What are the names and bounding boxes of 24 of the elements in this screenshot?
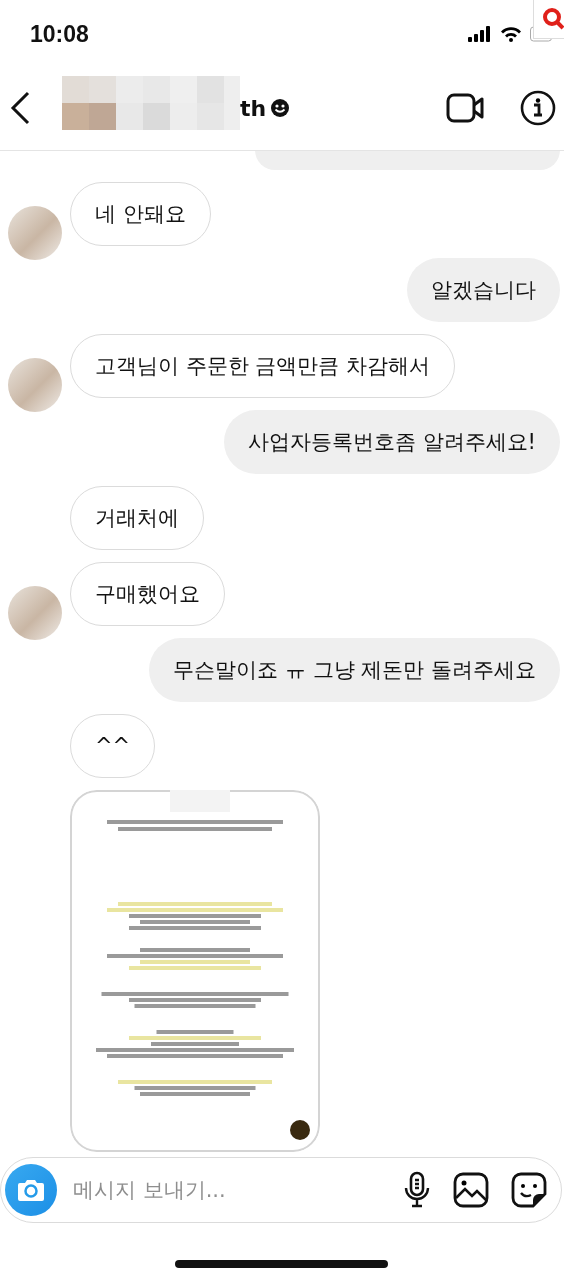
signal-icon xyxy=(468,26,492,42)
smiley-icon xyxy=(270,98,291,118)
camera-button[interactable] xyxy=(5,1164,57,1216)
message-bubble: 알겠습니다 xyxy=(407,258,560,322)
wifi-icon xyxy=(500,26,522,42)
back-icon[interactable] xyxy=(10,91,32,125)
contact-name[interactable]: th xyxy=(240,95,267,121)
message-composer[interactable]: 메시지 보내기... xyxy=(0,1157,562,1223)
message-bubble: ^^ xyxy=(70,714,156,778)
message-bubble: 구매했어요 xyxy=(70,562,225,626)
status-time: 10:08 xyxy=(30,20,89,48)
gallery-icon[interactable] xyxy=(453,1172,489,1208)
video-call-icon[interactable] xyxy=(446,93,484,123)
message-bubble: 고객님이 주문한 금액만큼 차감해서 xyxy=(70,334,456,398)
info-icon[interactable] xyxy=(520,90,556,126)
camera-icon xyxy=(17,1178,45,1202)
message-bubble: 네 안돼요 xyxy=(70,182,211,246)
search-icon[interactable] xyxy=(542,7,564,31)
microphone-icon[interactable] xyxy=(403,1171,431,1209)
sticker-icon[interactable] xyxy=(511,1172,547,1208)
message-bubble: 사업자등록번호좀 알려주세요! xyxy=(223,410,560,474)
message-bubble: 무슨말이죠 ㅠ 그냥 제돈만 돌려주세요 xyxy=(149,638,560,702)
message-bubble: 거래처에 xyxy=(70,486,204,550)
message-field[interactable]: 메시지 보내기... xyxy=(71,1177,403,1203)
